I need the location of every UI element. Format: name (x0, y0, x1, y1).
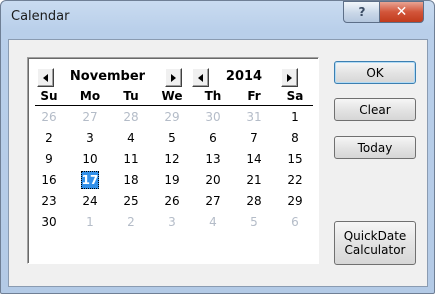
next-year-button[interactable] (281, 68, 298, 87)
weekday-divider (35, 105, 313, 106)
calendar-day[interactable]: 13 (193, 149, 233, 169)
calendar-day[interactable]: 3 (70, 128, 110, 148)
close-icon: ✕ (395, 4, 408, 20)
calendar-day[interactable]: 2 (111, 212, 151, 232)
selected-day-label: 17 (81, 171, 99, 189)
calendar-day[interactable]: 18 (111, 170, 151, 190)
calendar-day[interactable]: 27 (193, 191, 233, 211)
calendar-day[interactable]: 2 (29, 128, 69, 148)
help-button[interactable]: ? (343, 1, 381, 23)
arrow-left-icon (43, 73, 48, 82)
calendar-day[interactable]: 10 (70, 149, 110, 169)
arrow-right-icon (287, 73, 292, 82)
calendar-day[interactable]: 30 (29, 212, 69, 232)
window-title: Calendar (11, 9, 70, 24)
calendar-day[interactable]: 8 (275, 128, 315, 148)
calendar-day[interactable]: 26 (29, 107, 69, 127)
weekday-header: Sa (286, 89, 304, 103)
weekday-header: We (161, 89, 183, 103)
calendar-window: Calendar ? ✕ November 2014 Su Mo Tu We T… (0, 0, 435, 294)
close-button[interactable]: ✕ (379, 1, 424, 23)
calendar-day[interactable]: 14 (234, 149, 274, 169)
calendar-day[interactable]: 25 (111, 191, 151, 211)
calendar-day-selected[interactable]: 17 (70, 170, 110, 190)
calendar-day[interactable]: 11 (111, 149, 151, 169)
calendar-day[interactable]: 31 (234, 107, 274, 127)
calendar-day[interactable]: 30 (193, 107, 233, 127)
calendar-day[interactable]: 7 (234, 128, 274, 148)
calendar-day[interactable]: 21 (234, 170, 274, 190)
calendar-day[interactable]: 23 (29, 191, 69, 211)
calendar-day[interactable]: 26 (152, 191, 192, 211)
calendar-day[interactable]: 29 (152, 107, 192, 127)
arrow-right-icon (171, 73, 176, 82)
quickdate-calculator-button[interactable]: QuickDate Calculator (334, 221, 416, 265)
weekday-header: Su (40, 89, 58, 103)
prev-year-button[interactable] (192, 68, 209, 87)
calendar-day[interactable]: 1 (70, 212, 110, 232)
calendar-day[interactable]: 28 (234, 191, 274, 211)
calendar-day[interactable]: 5 (234, 212, 274, 232)
year-label: 2014 (225, 69, 263, 84)
ok-button[interactable]: OK (334, 61, 416, 84)
calendar-day[interactable]: 16 (29, 170, 69, 190)
arrow-left-icon (198, 73, 203, 82)
weekday-header: Th (204, 89, 222, 103)
calendar-day[interactable]: 22 (275, 170, 315, 190)
clear-button[interactable]: Clear (334, 98, 416, 121)
quickdate-label-line1: QuickDate (343, 229, 407, 243)
calendar-day[interactable]: 9 (29, 149, 69, 169)
calendar-day[interactable]: 1 (275, 107, 315, 127)
next-month-button[interactable] (165, 68, 182, 87)
help-icon: ? (358, 5, 366, 19)
weekday-header: Mo (79, 89, 101, 103)
dialog-body: November 2014 Su Mo Tu We Th Fr Sa 26 27 2… (8, 39, 428, 287)
calendar-day[interactable]: 4 (193, 212, 233, 232)
calendar-day[interactable]: 27 (70, 107, 110, 127)
calendar-day[interactable]: 19 (152, 170, 192, 190)
prev-month-button[interactable] (37, 68, 54, 87)
calendar-day[interactable]: 20 (193, 170, 233, 190)
quickdate-label-line2: Calculator (344, 243, 406, 257)
calendar-day[interactable]: 12 (152, 149, 192, 169)
calendar-panel: November 2014 Su Mo Tu We Th Fr Sa 26 27 2… (27, 57, 319, 264)
calendar-day[interactable]: 29 (275, 191, 315, 211)
weekday-header: Fr (247, 89, 261, 103)
today-button[interactable]: Today (334, 136, 416, 159)
calendar-day[interactable]: 6 (275, 212, 315, 232)
weekday-header: Tu (123, 89, 139, 103)
calendar-day[interactable]: 3 (152, 212, 192, 232)
month-label: November (69, 69, 146, 84)
calendar-day[interactable]: 4 (111, 128, 151, 148)
calendar-day[interactable]: 24 (70, 191, 110, 211)
calendar-day[interactable]: 28 (111, 107, 151, 127)
calendar-day[interactable]: 15 (275, 149, 315, 169)
title-bar[interactable]: Calendar ? ✕ (1, 1, 434, 31)
calendar-day[interactable]: 6 (193, 128, 233, 148)
calendar-day[interactable]: 5 (152, 128, 192, 148)
